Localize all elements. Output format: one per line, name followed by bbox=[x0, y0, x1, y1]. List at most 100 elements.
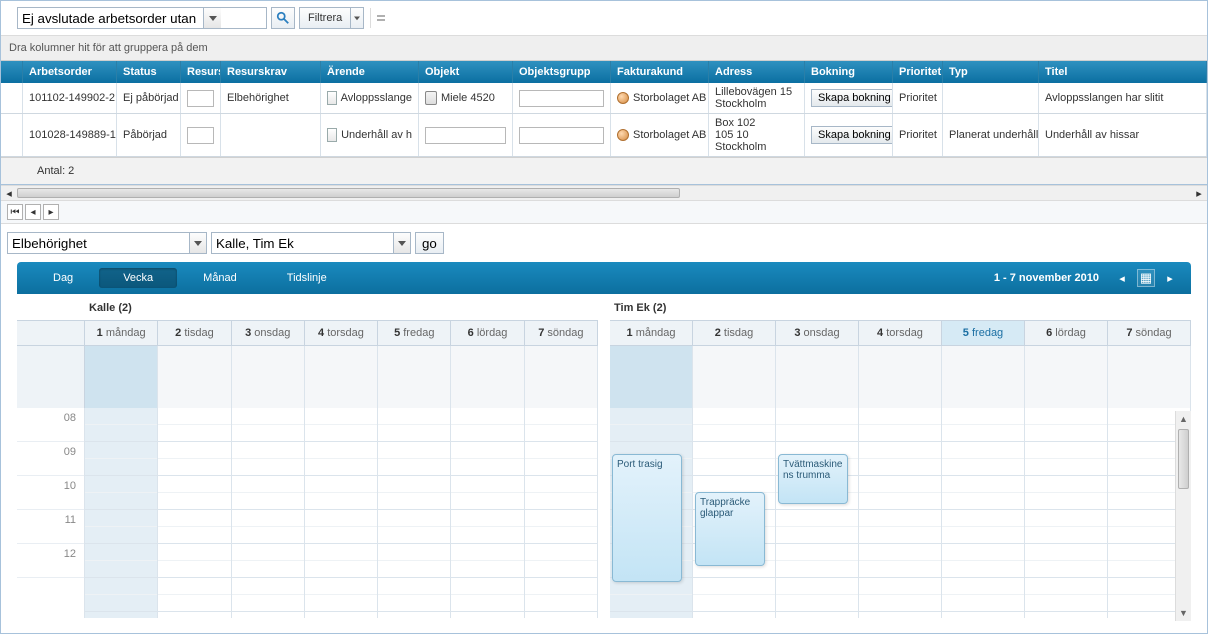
cell-resurs[interactable] bbox=[181, 83, 221, 113]
col-arende[interactable]: Ärende bbox=[321, 61, 419, 83]
calendar-next-icon[interactable]: ▸ bbox=[1161, 269, 1179, 287]
calendar-event[interactable]: Trappräcke glappar bbox=[695, 492, 765, 566]
pager-prev-icon[interactable]: ◂ bbox=[25, 204, 41, 220]
v-scroll-thumb[interactable] bbox=[1178, 429, 1189, 489]
filter-select-dropdown-icon[interactable] bbox=[203, 8, 221, 28]
day-header[interactable]: 7 söndag bbox=[525, 321, 598, 345]
filter-select-input[interactable] bbox=[18, 8, 203, 28]
col-arbetsorder[interactable]: Arbetsorder bbox=[23, 61, 117, 83]
tab-timeline[interactable]: Tidslinje bbox=[263, 268, 351, 288]
calendar-picker-icon[interactable]: ▦ bbox=[1137, 269, 1155, 287]
day-column[interactable] bbox=[859, 408, 942, 618]
col-objekt[interactable]: Objekt bbox=[419, 61, 513, 83]
cell-fakturakund[interactable]: Storbolaget AB bbox=[611, 83, 709, 113]
day-column[interactable]: Port trasig bbox=[610, 408, 693, 618]
filter-select[interactable] bbox=[17, 7, 267, 29]
day-column[interactable]: Tvättmaskinens trumma bbox=[776, 408, 859, 618]
time-axis: 08 09 10 11 12 bbox=[17, 408, 85, 618]
cell-objekt[interactable] bbox=[419, 114, 513, 156]
resource-filter-input[interactable] bbox=[212, 233, 393, 253]
filter-button-dropdown-icon[interactable] bbox=[350, 7, 364, 29]
day-header[interactable]: 4 torsdag bbox=[305, 321, 378, 345]
toolbar-overflow-icon[interactable] bbox=[377, 7, 385, 29]
table-row[interactable]: 101102-149902-2 Ej påbörjad Elbehörighet… bbox=[1, 83, 1207, 114]
time-grid[interactable]: Port trasig Trappräcke glappar Tvättmask… bbox=[610, 408, 1191, 618]
filter-button[interactable]: Filtrera bbox=[299, 7, 364, 29]
groupby-bar[interactable]: Dra kolumner hit för att gruppera på dem bbox=[1, 36, 1207, 61]
col-resurs[interactable]: Resurs bbox=[181, 61, 221, 83]
day-header-today[interactable]: 5 fredag bbox=[942, 321, 1025, 345]
h-scroll-thumb[interactable] bbox=[17, 188, 680, 198]
col-titel[interactable]: Titel bbox=[1039, 61, 1207, 83]
v-scroll-down-icon[interactable]: ▼ bbox=[1176, 605, 1191, 621]
skill-filter-select[interactable] bbox=[7, 232, 207, 254]
allday-row[interactable] bbox=[17, 346, 598, 408]
create-booking-button[interactable]: Skapa bokning bbox=[811, 126, 893, 144]
col-typ[interactable]: Typ bbox=[943, 61, 1039, 83]
calendar-prev-icon[interactable]: ◂ bbox=[1113, 269, 1131, 287]
day-column[interactable]: Trappräcke glappar bbox=[693, 408, 776, 618]
day-column[interactable] bbox=[85, 408, 158, 618]
cell-arende[interactable]: Avloppsslange bbox=[321, 83, 419, 113]
day-header[interactable]: 5 fredag bbox=[378, 321, 451, 345]
col-adress[interactable]: Adress bbox=[709, 61, 805, 83]
go-button[interactable]: go bbox=[415, 232, 444, 254]
col-fakturakund[interactable]: Fakturakund bbox=[611, 61, 709, 83]
day-column[interactable] bbox=[305, 408, 378, 618]
day-header[interactable]: 3 onsdag bbox=[776, 321, 859, 345]
day-header[interactable]: 7 söndag bbox=[1108, 321, 1191, 345]
day-header[interactable]: 1 måndag bbox=[610, 321, 693, 345]
cell-resurs[interactable] bbox=[181, 114, 221, 156]
day-column[interactable] bbox=[232, 408, 305, 618]
resource-filter-select[interactable] bbox=[211, 232, 411, 254]
day-header[interactable]: 6 lördag bbox=[1025, 321, 1108, 345]
cell-arende-text: Underhåll av h bbox=[341, 129, 412, 141]
pager-next-icon[interactable]: ▸ bbox=[43, 204, 59, 220]
cell-prioritet[interactable]: Prioritet bbox=[893, 114, 943, 156]
grid-header-selector[interactable] bbox=[1, 61, 23, 83]
cell-prioritet[interactable]: Prioritet bbox=[893, 83, 943, 113]
calendar-v-scrollbar[interactable]: ▲ ▼ bbox=[1175, 411, 1191, 621]
col-prioritet[interactable]: Prioritet bbox=[893, 61, 943, 83]
col-objektsgrupp[interactable]: Objektsgrupp bbox=[513, 61, 611, 83]
cell-objektsgrupp[interactable] bbox=[513, 83, 611, 113]
tab-month[interactable]: Månad bbox=[179, 268, 261, 288]
table-row[interactable]: 101028-149889-1 Påbörjad Underhåll av h … bbox=[1, 114, 1207, 157]
calendar-event[interactable]: Tvättmaskinens trumma bbox=[778, 454, 848, 504]
create-booking-button[interactable]: Skapa bokning bbox=[811, 89, 893, 107]
col-bokning[interactable]: Bokning bbox=[805, 61, 893, 83]
col-status[interactable]: Status bbox=[117, 61, 181, 83]
day-column[interactable] bbox=[525, 408, 598, 618]
tab-week[interactable]: Vecka bbox=[99, 268, 177, 288]
grid-h-scrollbar[interactable]: ◂ ▸ bbox=[1, 185, 1207, 201]
day-column[interactable] bbox=[451, 408, 524, 618]
pager-first-icon[interactable]: ⏮ bbox=[7, 204, 23, 220]
cell-fakturakund[interactable]: Storbolaget AB bbox=[611, 114, 709, 156]
day-header[interactable]: 4 torsdag bbox=[859, 321, 942, 345]
day-header[interactable]: 3 onsdag bbox=[232, 321, 305, 345]
filter-button-label[interactable]: Filtrera bbox=[299, 7, 350, 29]
day-column[interactable] bbox=[942, 408, 1025, 618]
day-column[interactable] bbox=[158, 408, 231, 618]
v-scroll-up-icon[interactable]: ▲ bbox=[1176, 411, 1191, 427]
day-header[interactable]: 2 tisdag bbox=[693, 321, 776, 345]
day-header[interactable]: 1 måndag bbox=[85, 321, 158, 345]
skill-filter-dropdown-icon[interactable] bbox=[189, 233, 206, 253]
search-button[interactable] bbox=[271, 7, 295, 29]
time-grid[interactable]: 08 09 10 11 12 bbox=[17, 408, 598, 618]
day-column[interactable] bbox=[378, 408, 451, 618]
day-header[interactable]: 2 tisdag bbox=[158, 321, 231, 345]
h-scroll-right-icon[interactable]: ▸ bbox=[1191, 186, 1207, 200]
resource-filter-dropdown-icon[interactable] bbox=[393, 233, 410, 253]
cell-arende[interactable]: Underhåll av h bbox=[321, 114, 419, 156]
day-header[interactable]: 6 lördag bbox=[451, 321, 524, 345]
skill-filter-input[interactable] bbox=[8, 233, 189, 253]
h-scroll-left-icon[interactable]: ◂ bbox=[1, 186, 17, 200]
day-column[interactable] bbox=[1025, 408, 1108, 618]
col-resurskrav[interactable]: Resurskrav bbox=[221, 61, 321, 83]
cell-objekt[interactable]: Miele 4520 bbox=[419, 83, 513, 113]
allday-row[interactable] bbox=[610, 346, 1191, 408]
tab-day[interactable]: Dag bbox=[29, 268, 97, 288]
calendar-event[interactable]: Port trasig bbox=[612, 454, 682, 582]
cell-objektsgrupp[interactable] bbox=[513, 114, 611, 156]
